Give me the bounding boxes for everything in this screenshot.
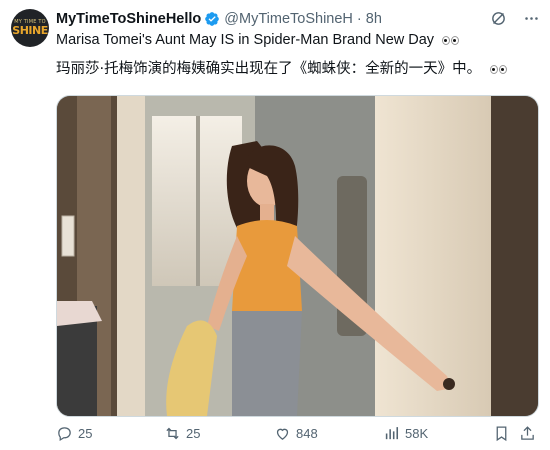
avatar[interactable]: MY TIME TO SHINE <box>11 9 49 47</box>
avatar-text-logo: SHINE <box>12 24 48 37</box>
views-button[interactable]: 58K <box>383 425 428 442</box>
repost-icon <box>166 427 179 440</box>
tweet-action-bar: 25 25 848 58K <box>56 425 537 447</box>
share-button[interactable] <box>519 425 536 442</box>
photo-scene <box>57 96 538 416</box>
reply-button[interactable]: 25 <box>56 425 92 442</box>
views-count: 58K <box>405 426 429 441</box>
like-button[interactable]: 848 <box>274 425 318 442</box>
tweet-header: MyTimeToShineHello @MyTimeToShineH · 8h <box>56 9 382 29</box>
tweet-text-line2: 玛丽莎·托梅饰演的梅姨确实出现在了《蜘蛛侠：全新的一天》中。 <box>56 61 482 77</box>
like-count: 848 <box>296 426 318 441</box>
handle[interactable]: @MyTimeToShineH <box>224 11 353 27</box>
share-icon <box>521 426 534 440</box>
more-icon[interactable] <box>523 10 540 27</box>
reply-icon <box>58 427 71 442</box>
repost-count: 25 <box>186 426 201 441</box>
heart-icon <box>276 428 289 440</box>
eyes-emoji-icon <box>442 32 460 48</box>
grok-icon[interactable] <box>490 10 507 27</box>
timestamp[interactable]: 8h <box>366 11 382 27</box>
reply-count: 25 <box>78 426 93 441</box>
tweet-text-chinese: 玛丽莎·托梅饰演的梅姨确实出现在了《蜘蛛侠：全新的一天》中。 <box>56 57 508 78</box>
repost-button[interactable]: 25 <box>164 425 200 442</box>
separator-dot: · <box>356 11 362 27</box>
verified-badge-icon <box>205 12 220 26</box>
display-name[interactable]: MyTimeToShineHello <box>56 11 201 27</box>
tweet-top-actions <box>490 10 540 27</box>
bookmark-button[interactable] <box>493 425 510 442</box>
eyes-emoji-icon-2 <box>489 61 508 77</box>
tweet-text-english: Marisa Tomei's Aunt May IS in Spider-Man… <box>56 32 460 48</box>
tweet-photo[interactable] <box>56 95 539 417</box>
views-icon <box>385 427 399 440</box>
bookmark-icon <box>496 426 507 442</box>
tweet-text-line1: Marisa Tomei's Aunt May IS in Spider-Man… <box>56 32 435 48</box>
